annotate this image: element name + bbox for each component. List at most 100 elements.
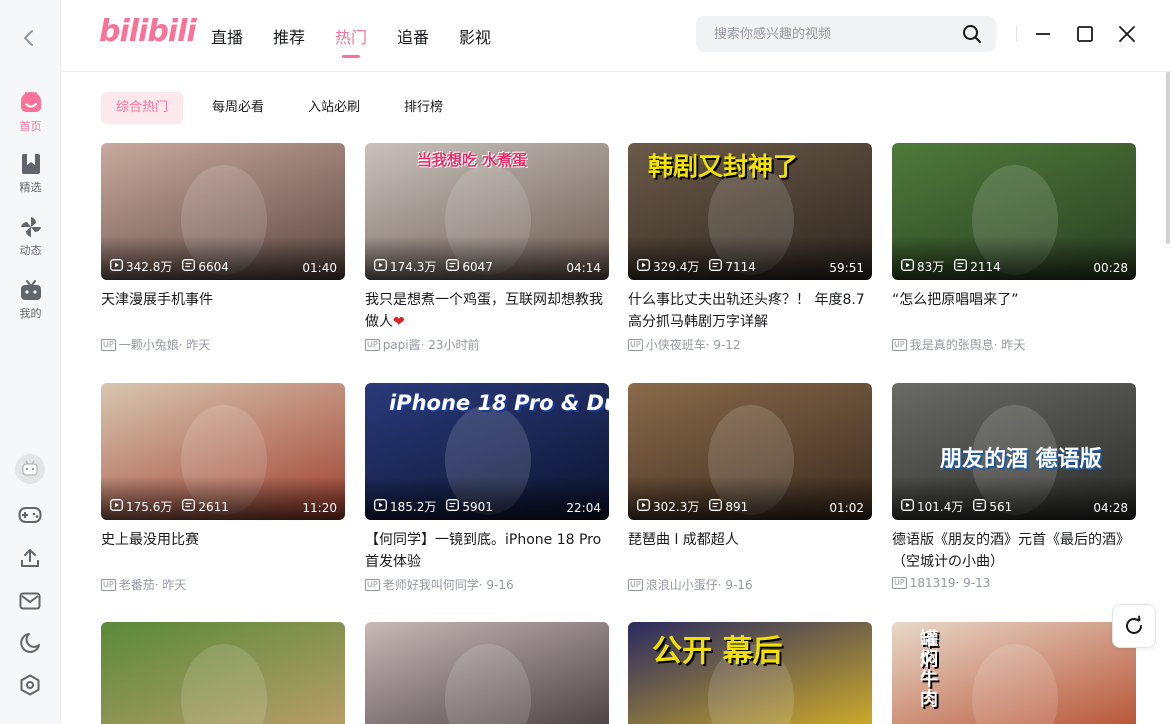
- video-thumbnail[interactable]: 302.3万 891 01:02: [628, 383, 872, 520]
- video-thumbnail[interactable]: 342.8万 6604 01:40: [101, 143, 345, 280]
- video-title[interactable]: 【何同学】一镜到底。iPhone 18 Pro首发体验: [365, 529, 609, 573]
- tab-movies[interactable]: 影视: [459, 24, 491, 48]
- video-card[interactable]: 罐焖牛肉: [892, 622, 1136, 724]
- video-thumbnail[interactable]: 当我想吃 水煮蛋 174.3万 6047 04:14: [365, 143, 609, 280]
- bilibili-logo[interactable]: bilibili: [99, 14, 197, 49]
- uploader-name[interactable]: 181319: [910, 576, 956, 590]
- moon-icon[interactable]: [17, 630, 43, 656]
- mail-icon[interactable]: [17, 588, 43, 614]
- video-thumbnail[interactable]: 公开 幕后: [628, 622, 872, 724]
- video-card[interactable]: [101, 622, 345, 724]
- danmaku-count: 561: [973, 499, 1012, 514]
- video-title[interactable]: 天津漫展手机事件: [101, 289, 345, 333]
- uploader-name[interactable]: 我是真的张舆息: [910, 336, 994, 353]
- danmaku-count: 2611: [182, 499, 229, 514]
- video-card[interactable]: 342.8万 6604 01:40 天津漫展手机事件 UP 一颗小兔娘 · 昨天: [101, 143, 345, 353]
- video-thumbnail[interactable]: 韩剧又封神了 329.4万 7114 59:51: [628, 143, 872, 280]
- video-thumbnail[interactable]: iPhone 18 Pro & Duo 185.2万 5901 22:04: [365, 383, 609, 520]
- scrollbar-thumb[interactable]: [1166, 72, 1170, 244]
- sidebar-item-mine[interactable]: 我的: [0, 278, 61, 321]
- danmaku-icon: [446, 499, 462, 514]
- danmaku-icon: [973, 499, 989, 514]
- publish-time: 9-13: [963, 576, 991, 590]
- upload-icon[interactable]: [17, 545, 43, 571]
- uploader-name[interactable]: 老师好我叫何同学: [383, 576, 479, 593]
- sidebar-item-label: 我的: [19, 307, 42, 320]
- danmaku-count-text: 6604: [198, 259, 229, 274]
- video-title-text: 史上最没用比赛: [101, 532, 199, 548]
- thumbnail-caption: 公开 幕后: [652, 634, 783, 669]
- up-badge-icon: UP: [101, 578, 116, 591]
- video-thumbnail[interactable]: [101, 622, 345, 724]
- pinwheel-icon: [20, 217, 41, 237]
- tab-live[interactable]: 直播: [211, 24, 243, 48]
- up-badge-icon: UP: [365, 338, 380, 351]
- maximize-icon[interactable]: [1075, 24, 1095, 44]
- view-count: 101.4万: [901, 498, 963, 515]
- video-card[interactable]: 韩剧又封神了 329.4万 7114 59:51 什么事比丈夫出轨还头疼？！ 年度8.7…: [628, 143, 872, 353]
- search-input[interactable]: [696, 16, 956, 52]
- video-stats: 174.3万 6047: [374, 258, 503, 275]
- settings-icon[interactable]: [17, 672, 43, 698]
- uploader-name[interactable]: 浪浪山小蛋仔: [646, 576, 718, 593]
- sidebar-item-home[interactable]: 首页: [0, 89, 61, 134]
- up-badge-icon: UP: [628, 338, 643, 351]
- video-title[interactable]: 我只是想煮一个鸡蛋，互联网却想教我做人❤: [365, 289, 609, 333]
- uploader-name[interactable]: 小侠夜班车: [646, 336, 706, 353]
- video-title[interactable]: 史上最没用比赛: [101, 529, 345, 573]
- minimize-icon[interactable]: [1033, 24, 1053, 44]
- video-card[interactable]: 83万 2114 00:28 “怎么把原唱唱来了” UP 我是真的张舆息 · 昨天: [892, 143, 1136, 353]
- publish-time: 昨天: [1001, 338, 1026, 352]
- video-title[interactable]: 德语版《朋友的酒》元首《最后的酒》（空城计の小曲）: [892, 529, 1136, 573]
- tab-recommend[interactable]: 推荐: [273, 24, 305, 48]
- sidebar-item-dynamic[interactable]: 动态: [0, 215, 61, 258]
- video-thumbnail[interactable]: 朋友的酒 德语版 101.4万 561 04:28: [892, 383, 1136, 520]
- danmaku-count-text: 2611: [198, 499, 229, 514]
- close-icon[interactable]: [1117, 24, 1137, 44]
- uploader-name[interactable]: 老番茄: [119, 576, 155, 593]
- danmaku-count: 5901: [446, 499, 493, 514]
- video-card[interactable]: 302.3万 891 01:02 琵琶曲 l 成都超人 UP 浪浪山小蛋仔 · 9-16: [628, 383, 872, 593]
- thumbnail-figure: [445, 644, 531, 724]
- tab-anime[interactable]: 追番: [397, 24, 429, 48]
- thumbnail-caption: 当我想吃 水煮蛋: [417, 151, 528, 169]
- video-duration: 01:02: [829, 501, 864, 515]
- video-title-text: 什么事比丈夫出轨还头疼？！ 年度8.7高分抓马韩剧万字详解: [628, 292, 865, 330]
- danmaku-count-text: 561: [989, 499, 1013, 514]
- video-thumbnail[interactable]: 罐焖牛肉: [892, 622, 1136, 724]
- video-card[interactable]: 当我想吃 水煮蛋 174.3万 6047 04:14 我只是想煮一个鸡蛋，互联网却想教我…: [365, 143, 609, 353]
- video-title[interactable]: 琵琶曲 l 成都超人: [628, 529, 872, 573]
- video-title[interactable]: 什么事比丈夫出轨还头疼？！ 年度8.7高分抓马韩剧万字详解: [628, 289, 872, 333]
- subtab-ranking[interactable]: 排行榜: [389, 92, 458, 124]
- danmaku-count: 6604: [182, 259, 229, 274]
- refresh-button[interactable]: [1112, 604, 1156, 648]
- view-count-text: 175.6万: [126, 500, 173, 514]
- search-icon[interactable]: [962, 24, 982, 44]
- video-thumbnail[interactable]: [365, 622, 609, 724]
- sidebar-item-featured[interactable]: 精选: [0, 152, 61, 195]
- video-thumbnail[interactable]: 83万 2114 00:28: [892, 143, 1136, 280]
- video-card[interactable]: 公开 幕后: [628, 622, 872, 724]
- video-duration: 00:28: [1093, 261, 1128, 275]
- play-count-icon: [110, 499, 126, 514]
- play-count-icon: [374, 499, 390, 514]
- gamepad-icon[interactable]: [17, 502, 43, 528]
- uploader-name[interactable]: 一颗小兔娘: [119, 336, 179, 353]
- tab-hot[interactable]: 热门: [335, 24, 367, 48]
- meta-separator: ·: [420, 337, 429, 352]
- subtab-weekly-must-watch[interactable]: 每周必看: [197, 92, 279, 124]
- back-icon[interactable]: [17, 26, 41, 50]
- video-title[interactable]: “怎么把原唱唱来了”: [892, 289, 1136, 333]
- video-thumbnail[interactable]: 175.6万 2611 11:20: [101, 383, 345, 520]
- video-card[interactable]: iPhone 18 Pro & Duo 185.2万 5901 22:04 【何同学】一…: [365, 383, 609, 593]
- video-card[interactable]: 175.6万 2611 11:20 史上最没用比赛 UP 老番茄 · 昨天: [101, 383, 345, 593]
- avatar[interactable]: [15, 454, 45, 484]
- danmaku-icon: [182, 259, 198, 274]
- uploader-name[interactable]: papi酱: [383, 336, 421, 353]
- danmaku-count-text: 6047: [462, 259, 493, 274]
- view-count-text: 174.3万: [390, 260, 437, 274]
- video-card[interactable]: 朋友的酒 德语版 101.4万 561 04:28 德语版《朋友的酒》元首《最后的酒》（…: [892, 383, 1136, 590]
- subtab-must-watch-classics[interactable]: 入站必刷: [293, 92, 375, 124]
- video-card[interactable]: [365, 622, 609, 724]
- subtab-overall-hot[interactable]: 综合热门: [101, 92, 184, 124]
